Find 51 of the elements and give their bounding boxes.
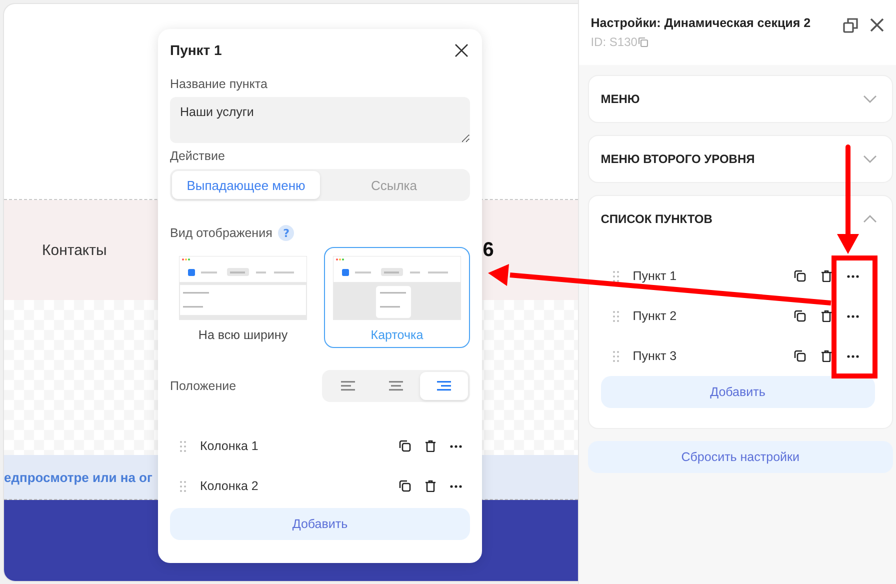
copy-icon[interactable]: [794, 310, 806, 322]
name-field[interactable]: Наши услуги: [170, 97, 470, 143]
copy-icon[interactable]: [399, 440, 411, 452]
close-icon[interactable]: [870, 18, 884, 32]
field-label: Вид отображения: [170, 226, 272, 240]
drag-handle-icon[interactable]: [612, 270, 619, 282]
drag-handle-icon[interactable]: [180, 480, 186, 492]
list-item[interactable]: Пункт 2: [632, 309, 780, 323]
close-icon[interactable]: [455, 44, 468, 56]
add-button[interactable]: Добавить: [170, 508, 470, 540]
trash-icon[interactable]: [821, 270, 832, 282]
list-item[interactable]: Пункт 3: [632, 349, 780, 363]
field-label: Положение: [170, 379, 236, 393]
drag-handle-icon[interactable]: [180, 440, 186, 452]
panel-title: Настройки: Динамическая секция 2: [590, 16, 812, 30]
drag-handle-icon[interactable]: [612, 350, 619, 362]
notice-text: едпросмотре или на ог: [4, 470, 152, 484]
more-icon[interactable]: [847, 274, 859, 278]
trash-icon[interactable]: [425, 440, 436, 452]
more-icon[interactable]: [450, 484, 462, 488]
reset-button[interactable]: Сбросить настройки: [588, 441, 893, 473]
field-label: Действие: [170, 149, 226, 163]
section-title[interactable]: МЕНЮ: [600, 92, 640, 106]
align-left-icon: [341, 381, 355, 391]
dialog-title: Пункт 1: [170, 42, 222, 58]
column-item[interactable]: Колонка 2: [200, 479, 385, 493]
align-right-icon: [437, 381, 451, 391]
copy-icon[interactable]: [399, 480, 411, 492]
display-option[interactable]: На всю ширину: [170, 247, 316, 348]
align-center-icon: [389, 381, 403, 391]
copy-icon[interactable]: [794, 350, 806, 362]
column-item[interactable]: Колонка 1: [200, 439, 385, 453]
section-title[interactable]: СПИСОК ПУНКТОВ: [600, 212, 712, 226]
section-id: ID: S130: [590, 35, 638, 49]
list-item[interactable]: Пункт 1: [632, 269, 780, 283]
field-label: Название пункта: [170, 77, 268, 91]
action-tab[interactable]: Выпадающее меню: [172, 171, 320, 199]
trash-icon[interactable]: [821, 350, 832, 362]
heading-text: 6: [482, 238, 494, 262]
more-icon[interactable]: [847, 314, 859, 318]
copy-icon[interactable]: [794, 270, 806, 282]
more-icon[interactable]: [450, 444, 462, 448]
trash-icon[interactable]: [425, 480, 436, 492]
nav-link[interactable]: Контакты: [42, 242, 107, 258]
section-title[interactable]: МЕНЮ ВТОРОГО УРОВНЯ: [600, 152, 755, 166]
restore-window-icon[interactable]: [842, 18, 858, 33]
more-icon[interactable]: [847, 354, 859, 358]
align-right-button[interactable]: [420, 372, 468, 400]
drag-handle-icon[interactable]: [612, 310, 619, 322]
add-button[interactable]: Добавить: [600, 376, 875, 408]
trash-icon[interactable]: [821, 310, 832, 322]
